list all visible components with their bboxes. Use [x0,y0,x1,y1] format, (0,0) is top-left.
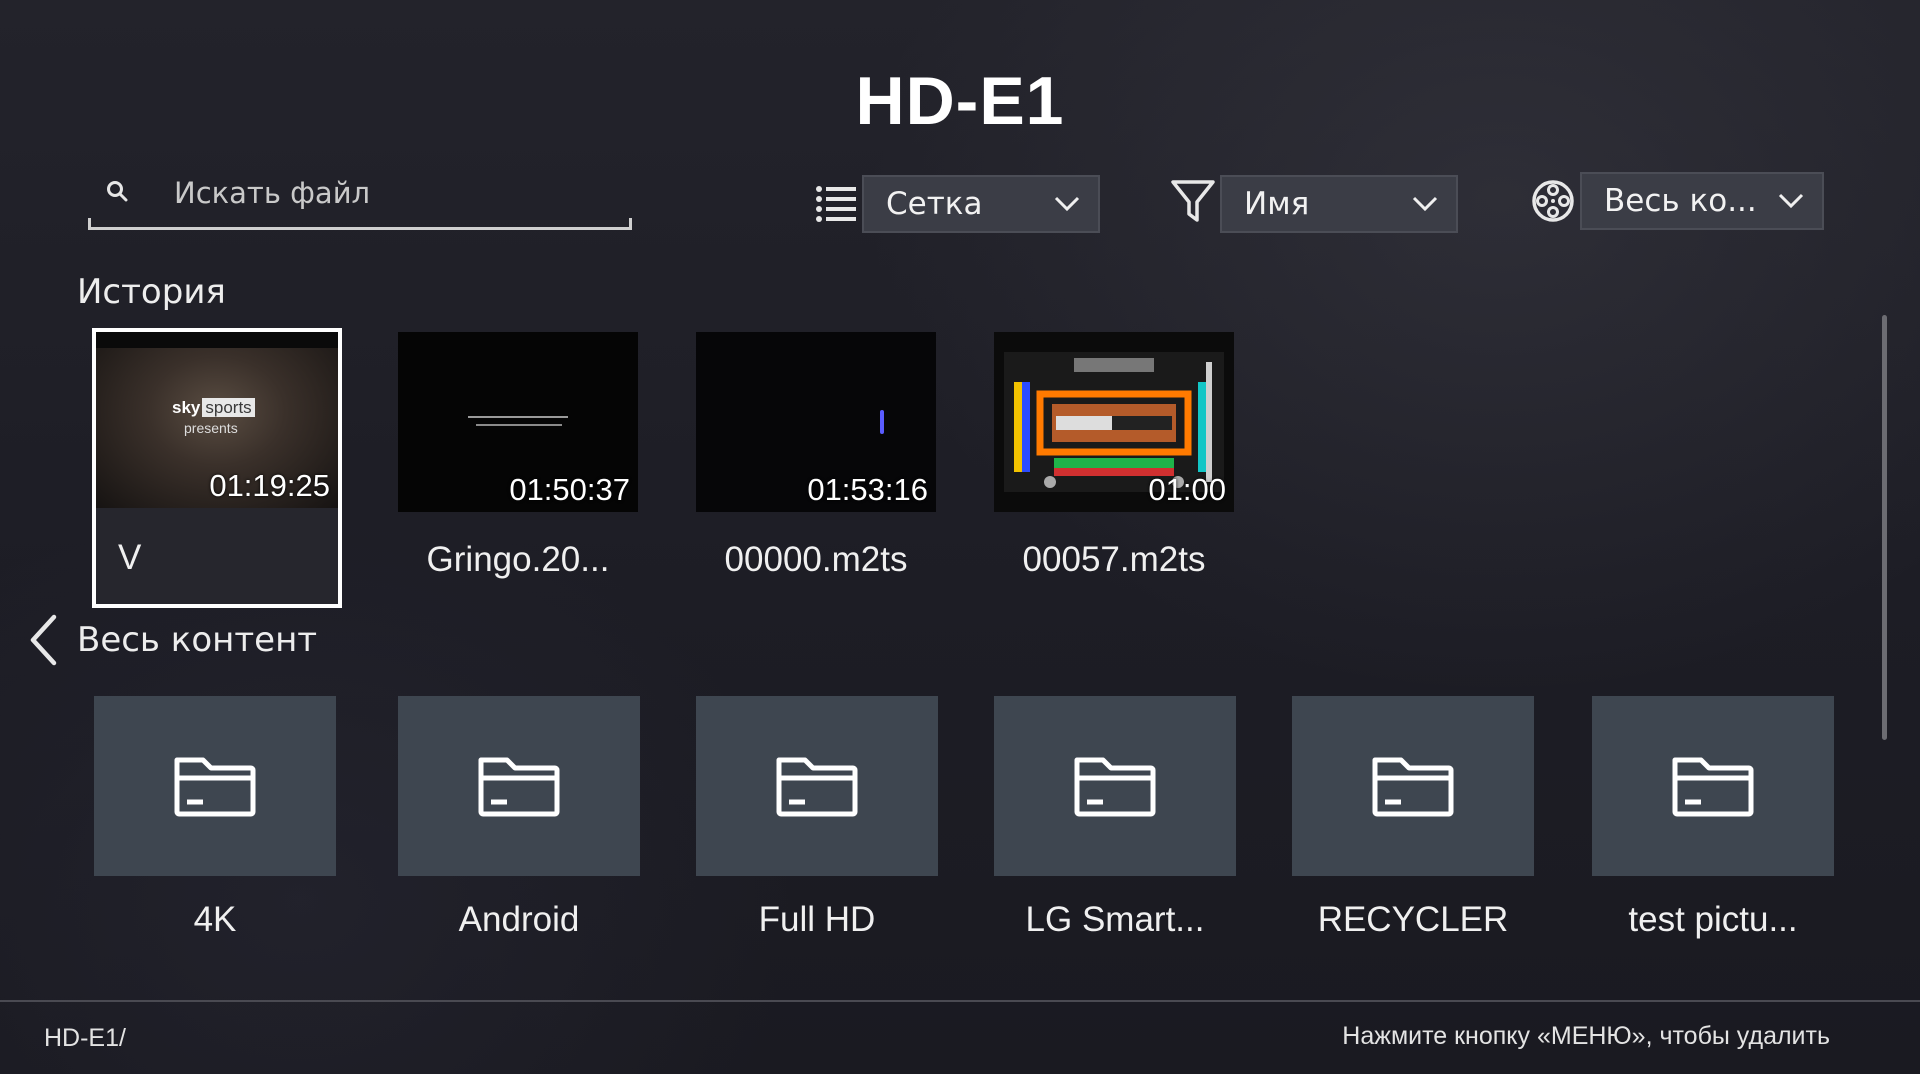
folder-icon [174,757,256,817]
history-item[interactable]: 01:50:37 Gringo.20... [398,332,638,580]
folder-tile [994,696,1236,876]
folder-item[interactable]: Full HD [696,696,938,940]
folder-tile [1292,696,1534,876]
list-icon [816,186,856,222]
search-input[interactable] [172,168,616,218]
folder-name: 4K [193,900,237,939]
video-duration: 01:53:16 [807,472,928,507]
folder-item[interactable]: LG Smart... [994,696,1236,940]
folder-name: RECYCLER [1317,900,1509,939]
content-type-dropdown[interactable]: Весь ко... [1580,172,1824,230]
breadcrumb: HD-E1/ [44,1024,126,1052]
folder-item[interactable]: Android [398,696,640,940]
sky-sports-logo: sky sports [172,398,255,418]
search-box[interactable] [88,168,632,230]
history-item[interactable]: 01:53:16 00000.m2ts [696,332,936,580]
video-name: 00000.m2ts [724,540,908,579]
sort-dropdown[interactable]: Имя [1220,175,1458,233]
folder-icon [1074,757,1156,817]
folder-icon [776,757,858,817]
video-name: Gringo.20... [426,540,610,579]
chevron-down-icon [1778,193,1804,209]
thumb-caption: presents [184,420,238,436]
video-name: 00057.m2ts [1022,540,1206,579]
folder-tile [696,696,938,876]
folder-icon [1672,757,1754,817]
view-mode-dropdown[interactable]: Сетка [862,175,1100,233]
film-reel-icon [1532,180,1574,222]
content-type-label: Весь ко... [1604,183,1757,219]
video-duration: 01:19:25 [209,468,330,503]
chevron-down-icon [1412,196,1438,212]
folder-item[interactable]: 4K [94,696,336,940]
search-underline [88,218,632,230]
footer-divider [0,1000,1920,1002]
folder-name: test pictu... [1628,900,1798,939]
history-item[interactable]: 01:00 00057.m2ts [994,332,1234,580]
folder-name: LG Smart... [1025,900,1205,939]
video-thumbnail: 01:50:37 [398,332,638,512]
folder-icon [478,757,560,817]
video-thumbnail: sky sports presents 01:19:25 [96,332,338,508]
folder-item[interactable]: test pictu... [1592,696,1834,940]
folder-tile [94,696,336,876]
history-item[interactable]: sky sports presents 01:19:25 V [92,328,342,608]
search-icon [107,181,128,202]
scrollbar[interactable] [1882,315,1887,740]
content-title: Весь контент [77,620,318,660]
folder-name: Android [458,900,580,939]
folder-item[interactable]: RECYCLER [1292,696,1534,940]
video-name: V [118,538,142,577]
folder-tile [1592,696,1834,876]
view-mode-label: Сетка [886,186,983,222]
video-duration: 01:50:37 [509,472,630,507]
filter-icon [1171,180,1215,222]
page-title: HD-E1 [855,63,1065,139]
video-thumbnail: 01:53:16 [696,332,936,512]
footer-hint: Нажмите кнопку «МЕНЮ», чтобы удалить [1342,1022,1830,1050]
video-thumbnail: 01:00 [994,332,1234,512]
chevron-left-icon[interactable] [28,614,58,666]
chevron-down-icon [1054,196,1080,212]
history-title: История [77,272,226,312]
sort-label: Имя [1244,186,1310,222]
folder-name: Full HD [758,900,876,939]
folder-icon [1372,757,1454,817]
video-duration: 01:00 [1148,472,1226,507]
folder-tile [398,696,640,876]
